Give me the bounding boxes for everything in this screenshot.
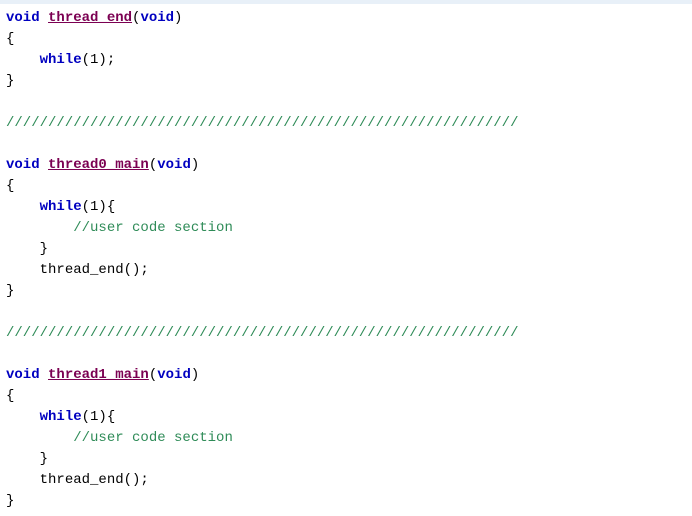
brace-close: }: [6, 283, 14, 299]
line-1: void thread_end(void): [6, 10, 182, 26]
indent: [6, 451, 40, 467]
keyword-void: void: [6, 157, 40, 173]
keyword-while: while: [40, 409, 82, 425]
function-name: thread_end: [48, 10, 132, 26]
function-name: thread1_main: [48, 367, 149, 383]
line-13: thread_end();: [6, 262, 149, 278]
line-23: thread_end();: [6, 472, 149, 488]
line-16: ////////////////////////////////////////…: [6, 325, 518, 341]
line-19: {: [6, 388, 14, 404]
keyword-void: void: [157, 367, 191, 383]
line-6: ////////////////////////////////////////…: [6, 115, 518, 131]
paren-close: ): [191, 157, 199, 173]
line-5-blank: [6, 94, 14, 110]
line-20: while(1){: [6, 409, 115, 425]
brace-open: {: [6, 31, 14, 47]
line-18: void thread1_main(void): [6, 367, 199, 383]
indent: [6, 220, 73, 236]
brace-close: }: [40, 451, 48, 467]
keyword-void: void: [157, 157, 191, 173]
line-14: }: [6, 283, 14, 299]
line-4: }: [6, 73, 14, 89]
line-17-blank: [6, 346, 14, 362]
brace-open: {: [6, 388, 14, 404]
line-10: while(1){: [6, 199, 115, 215]
paren-open: (: [149, 367, 157, 383]
indent: [6, 262, 40, 278]
line-12: }: [6, 241, 48, 257]
function-name: thread0_main: [48, 157, 149, 173]
brace-close: }: [6, 493, 14, 509]
keyword-void: void: [140, 10, 174, 26]
line-2: {: [6, 31, 14, 47]
comment: //user code section: [73, 430, 233, 446]
indent: [6, 199, 40, 215]
paren-close: ): [174, 10, 182, 26]
brace-open: {: [6, 178, 14, 194]
keyword-while: while: [40, 52, 82, 68]
indent: [6, 241, 40, 257]
code-block: void thread_end(void) { while(1); } ////…: [0, 4, 692, 516]
line-9: {: [6, 178, 14, 194]
line-21: //user code section: [6, 430, 233, 446]
brace-close: }: [40, 241, 48, 257]
keyword-while: while: [40, 199, 82, 215]
while-condition: (1){: [82, 409, 116, 425]
line-8: void thread0_main(void): [6, 157, 199, 173]
function-call: thread_end();: [40, 472, 149, 488]
brace-close: }: [6, 73, 14, 89]
separator-comment: ////////////////////////////////////////…: [6, 325, 518, 341]
line-7-blank: [6, 136, 14, 152]
keyword-void: void: [6, 367, 40, 383]
indent: [6, 409, 40, 425]
paren-close: ): [191, 367, 199, 383]
function-call: thread_end();: [40, 262, 149, 278]
indent: [6, 472, 40, 488]
while-condition: (1){: [82, 199, 116, 215]
line-3: while(1);: [6, 52, 115, 68]
indent: [6, 52, 40, 68]
indent: [6, 430, 73, 446]
line-11: //user code section: [6, 220, 233, 236]
while-condition: (1);: [82, 52, 116, 68]
line-24: }: [6, 493, 14, 509]
keyword-void: void: [6, 10, 40, 26]
line-22: }: [6, 451, 48, 467]
paren-open: (: [149, 157, 157, 173]
separator-comment: ////////////////////////////////////////…: [6, 115, 518, 131]
comment: //user code section: [73, 220, 233, 236]
line-15-blank: [6, 304, 14, 320]
